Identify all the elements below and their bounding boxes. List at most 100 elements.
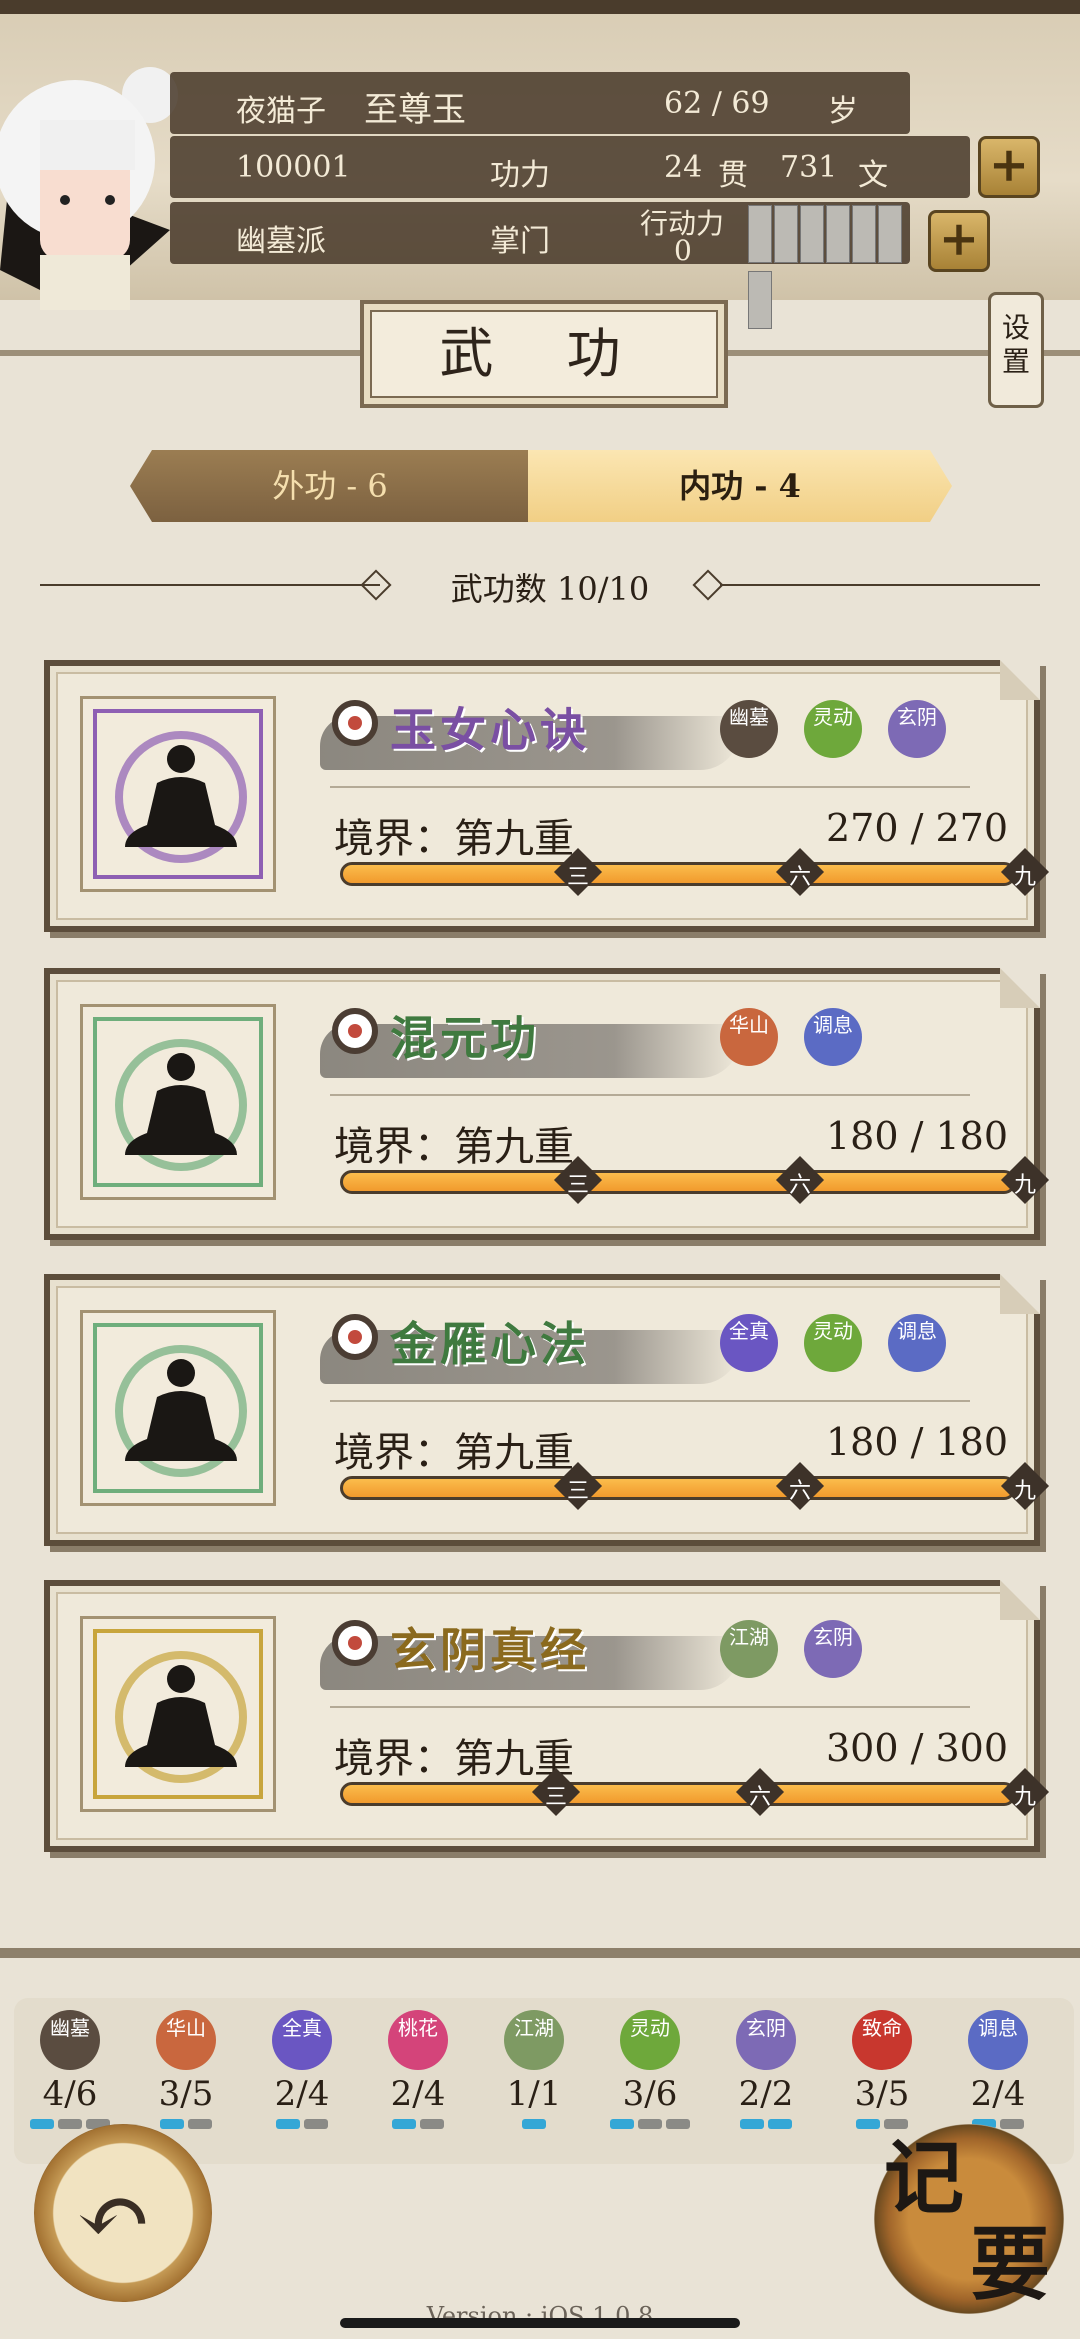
school-pips xyxy=(486,2114,582,2133)
header-top-border xyxy=(0,0,1080,14)
school-item[interactable]: 华山 3/5 xyxy=(138,2010,234,2133)
school-pip xyxy=(420,2119,444,2129)
bar-milestone-label: 三 xyxy=(566,1173,589,1198)
add-action-button[interactable]: + xyxy=(928,210,990,272)
school-pip xyxy=(610,2119,634,2129)
money-guan-unit: 贯 xyxy=(718,158,748,193)
bar-milestone-label: 六 xyxy=(788,1173,811,1198)
bar-milestone-label: 三 xyxy=(566,865,589,890)
school-badge: 灵动 xyxy=(620,2010,680,2070)
school-pip xyxy=(666,2119,690,2129)
money-guan: 24 xyxy=(664,150,703,185)
skill-card[interactable]: 玄阴真经 江湖 玄阴 境界：第九重 300 / 300 三 六 九 xyxy=(44,1580,1050,1852)
player-id: 100001 xyxy=(236,150,351,185)
skill-progress-bar: 三六九 xyxy=(340,847,1050,897)
card-divider xyxy=(330,786,970,788)
portrait-border xyxy=(93,709,263,879)
skill-points: 180 / 180 xyxy=(825,1114,1008,1158)
school-count: 2/2 xyxy=(738,2074,794,2114)
school-badge: 玄阴 xyxy=(736,2010,796,2070)
skill-name: 混元功 xyxy=(390,1011,540,1065)
skill-points: 270 / 270 xyxy=(825,806,1008,850)
skill-points: 180 / 180 xyxy=(825,1420,1008,1464)
school-pips xyxy=(370,2114,466,2133)
home-indicator xyxy=(340,2318,740,2328)
plus-icon: + xyxy=(988,137,1030,193)
age-unit: 岁 xyxy=(828,94,858,129)
school-count: 4/6 xyxy=(42,2074,98,2114)
skill-portrait xyxy=(80,696,276,892)
sect-name: 幽墓派 xyxy=(236,224,326,259)
skill-points: 300 / 300 xyxy=(825,1726,1008,1770)
diamond-ornament-icon xyxy=(360,569,392,601)
bar-milestone-label: 六 xyxy=(788,1479,811,1504)
card-corner-fold xyxy=(1000,1580,1040,1620)
skill-count-row: 武功数 10/10 xyxy=(40,560,1040,610)
plus-icon: + xyxy=(938,211,980,267)
school-item[interactable]: 灵动 3/6 xyxy=(602,2010,698,2133)
skill-card[interactable]: 混元功 华山 调息 境界：第九重 180 / 180 三 六 九 xyxy=(44,968,1050,1240)
school-pips xyxy=(254,2114,350,2133)
school-item[interactable]: 桃花 2/4 xyxy=(370,2010,466,2133)
bar-milestone-label: 六 xyxy=(748,1785,771,1810)
memo-label-2: 要 xyxy=(970,2217,1050,2311)
card-corner-fold xyxy=(1000,1274,1040,1314)
power-label: 功力 xyxy=(490,158,550,193)
skill-portrait xyxy=(80,1004,276,1200)
skill-tag: 灵动 xyxy=(804,700,862,758)
school-count: 2/4 xyxy=(274,2074,330,2114)
skill-tag: 灵动 xyxy=(804,1314,862,1372)
header-row-wealth: 100001 功力 24 贯 731 文 xyxy=(170,136,970,198)
skill-realm: 境界：第九重 xyxy=(334,1736,574,1782)
school-item[interactable]: 玄阴 2/2 xyxy=(718,2010,814,2133)
bottom-divider xyxy=(0,1948,1080,1958)
tab-inner-skills[interactable]: 内功 - 4 xyxy=(528,450,952,522)
school-pip xyxy=(304,2119,328,2129)
money-wen-unit: 文 xyxy=(858,158,888,193)
school-item[interactable]: 江湖 1/1 xyxy=(486,2010,582,2133)
portrait-border xyxy=(93,1323,263,1493)
skill-name: 玄阴真经 xyxy=(390,1623,590,1677)
energy-cell xyxy=(748,271,772,329)
sect-rank: 掌门 xyxy=(490,224,550,259)
memo-button[interactable]: 记 要 xyxy=(874,2124,1064,2314)
player-name: 至尊玉 xyxy=(364,90,466,130)
skill-realm: 境界：第九重 xyxy=(334,1124,574,1170)
energy-cell xyxy=(878,205,902,263)
skill-card[interactable]: 玉女心诀 幽墓 灵动 玄阴 境界：第九重 270 / 270 三 六 九 xyxy=(44,660,1050,932)
school-badge: 华山 xyxy=(156,2010,216,2070)
school-count: 3/5 xyxy=(158,2074,214,2114)
add-money-button[interactable]: + xyxy=(978,136,1040,198)
header-row-sect: 幽墓派 掌门 行动力 0 xyxy=(170,202,910,329)
action-energy-bar xyxy=(748,205,910,337)
skill-name: 金雁心法 xyxy=(390,1317,590,1371)
action-value: 0 xyxy=(674,234,692,267)
skill-portrait xyxy=(80,1616,276,1812)
school-pip xyxy=(638,2119,662,2129)
divider-line xyxy=(40,584,380,586)
back-arrow-icon: ↶ xyxy=(76,2164,152,2269)
skill-tag: 全真 xyxy=(720,1314,778,1372)
school-item[interactable]: 调息 2/4 xyxy=(950,2010,1046,2133)
school-count: 2/4 xyxy=(970,2074,1026,2114)
school-item[interactable]: 幽墓 4/6 xyxy=(22,2010,118,2133)
tab-outer-skills[interactable]: 外功 - 6 xyxy=(130,450,530,522)
skill-tag: 幽墓 xyxy=(720,700,778,758)
skill-progress-bar: 三六九 xyxy=(340,1767,1050,1817)
skill-card[interactable]: 金雁心法 全真 灵动 调息 境界：第九重 180 / 180 三 六 九 xyxy=(44,1274,1050,1546)
divider-line xyxy=(720,584,1040,586)
school-pip xyxy=(30,2119,54,2129)
memo-label-1: 记 xyxy=(884,2131,964,2225)
school-item[interactable]: 全真 2/4 xyxy=(254,2010,350,2133)
player-avatar[interactable] xyxy=(0,40,180,310)
settings-button[interactable]: 设置 xyxy=(988,292,1044,408)
header-row-identity: 夜猫子 至尊玉 62 / 69 岁 xyxy=(170,72,910,134)
skill-progress-bar: 三六九 xyxy=(340,1461,1050,1511)
meditating-figure-icon xyxy=(115,731,247,863)
skill-realm: 境界：第九重 xyxy=(334,1430,574,1476)
back-button[interactable]: ↶ xyxy=(34,2124,212,2302)
school-count: 2/4 xyxy=(390,2074,446,2114)
bar-milestone-label: 三 xyxy=(544,1785,567,1810)
school-pip xyxy=(856,2119,880,2129)
card-corner-fold xyxy=(1000,660,1040,700)
